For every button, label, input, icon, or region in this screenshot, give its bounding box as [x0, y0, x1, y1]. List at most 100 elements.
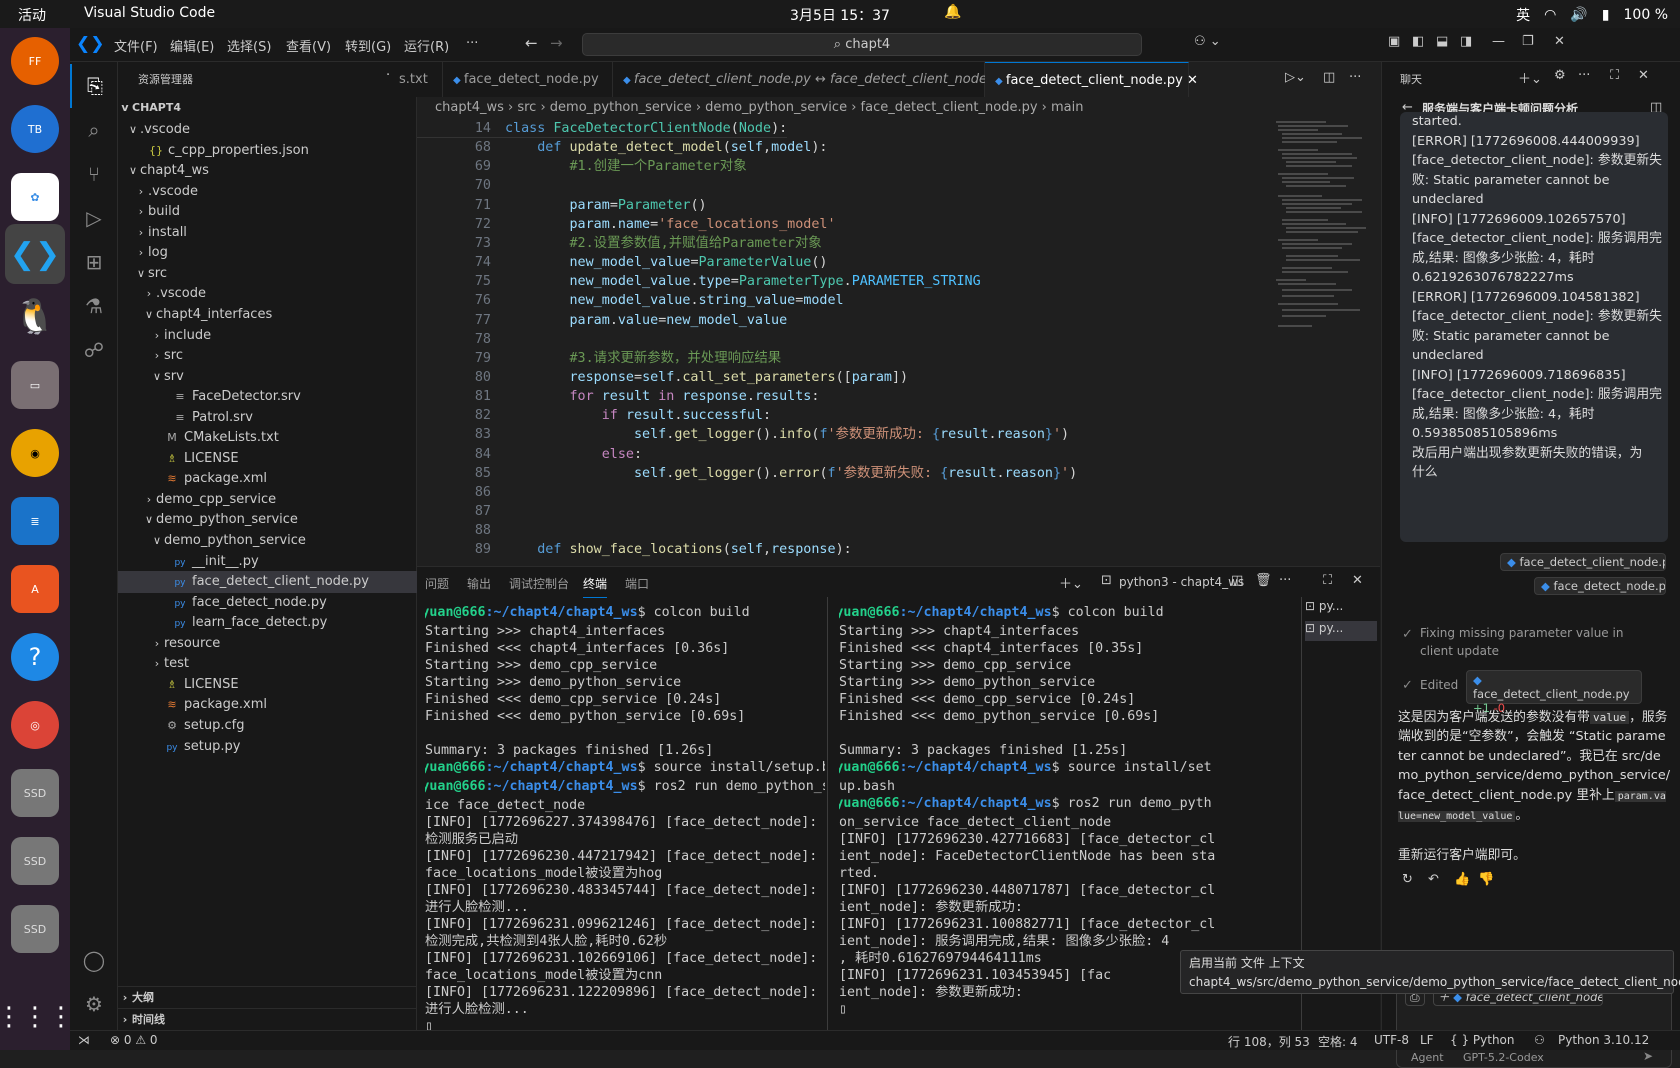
tree-item[interactable]: › log [118, 242, 417, 264]
mode-select[interactable]: Agent [1411, 1051, 1444, 1064]
menu-selection[interactable]: 选择(S) [227, 36, 271, 55]
tree-item[interactable]: ⚙ setup.cfg [118, 715, 417, 737]
tree-item[interactable]: ∨ .vscode [118, 119, 417, 141]
python-interpreter[interactable]: Python 3.10.12 [1558, 1033, 1649, 1047]
maximize-icon[interactable]: ⛶ [1610, 68, 1619, 83]
ssd-drive-icon[interactable]: SSD [11, 905, 59, 953]
tree-item[interactable]: ∨ src [118, 263, 417, 285]
kill-terminal-icon[interactable]: 🗑 [1255, 573, 1272, 588]
tree-item[interactable]: › demo_cpp_service [118, 489, 417, 511]
tree-item[interactable]: › test [118, 653, 417, 675]
tree-item[interactable]: ≋ package.xml [118, 468, 417, 490]
menu-go[interactable]: 转到(G) [345, 36, 391, 55]
thumbs-down-icon[interactable]: 👎 [1478, 872, 1494, 887]
tree-item[interactable]: ≋ package.xml [118, 694, 417, 716]
ssd-drive-icon[interactable]: SSD [11, 769, 59, 817]
context-chip[interactable]: ◆ face_detect_client_node.py [1500, 553, 1666, 571]
toggle-panel-icon[interactable]: ⬓ [1436, 34, 1448, 49]
menu-view[interactable]: 查看(V) [286, 36, 331, 55]
tree-item[interactable]: ∨ chapt4_interfaces [118, 304, 417, 326]
tree-item[interactable]: › install [118, 222, 417, 244]
undo-icon[interactable]: ↶ [1428, 872, 1439, 887]
clock[interactable]: 3月5日 15：37 [0, 5, 1680, 25]
run-debug-icon[interactable]: ▷ [70, 196, 118, 240]
tree-item[interactable]: py face_detect_client_node.py [118, 571, 417, 594]
editor-tab[interactable]: ◆ face_detect_client_node.py ↔ face_dete… [613, 62, 1007, 97]
tree-item[interactable]: ∨ demo_python_service [118, 530, 417, 552]
copilot-icon[interactable]: ⚇ ⌄ [1194, 34, 1221, 49]
rhythmbox-icon[interactable]: ◉ [11, 429, 59, 477]
tree-item[interactable]: › include [118, 325, 417, 347]
tree-item[interactable]: ♗ LICENSE [118, 674, 417, 696]
account-icon[interactable]: ◯ [70, 938, 118, 982]
ssd-drive-icon[interactable]: SSD [11, 837, 59, 885]
toggle-sidebar-icon[interactable]: ◧ [1412, 34, 1424, 49]
context-chip[interactable]: ◆ face_detect_node.py [1534, 577, 1666, 595]
run-file-icon[interactable]: ▷⌄ [1285, 70, 1306, 85]
close-window-icon[interactable]: ✕ [1554, 34, 1565, 49]
panel-tab[interactable]: 端口 [625, 575, 649, 592]
source-control-icon[interactable]: ⑂ [70, 152, 118, 196]
back-arrow-icon[interactable]: ← [525, 34, 538, 52]
indentation[interactable]: 空格: 4 [1318, 1033, 1358, 1050]
python-icon[interactable]: ☍ [70, 328, 118, 372]
language-mode[interactable]: { } Python [1450, 1033, 1515, 1047]
remote-icon[interactable]: ⋊ [78, 1033, 90, 1047]
editor-tab[interactable]: ◆ face_detect_node.py [443, 62, 613, 97]
edited-file-chip[interactable]: ◆ face_detect_client_node.py +1 -0 [1466, 670, 1642, 715]
tree-item[interactable]: ≡ FaceDetector.srv [118, 386, 417, 408]
menu-more[interactable]: ··· [466, 36, 478, 51]
close-tab-icon[interactable]: ✕ [1183, 73, 1198, 88]
thunderbird-icon[interactable]: TB [11, 105, 59, 153]
input-method[interactable]: 英 [1516, 5, 1530, 25]
settings-gear-icon[interactable]: ⚙ [1554, 68, 1566, 83]
split-editor-icon[interactable]: ◫ [1323, 70, 1335, 85]
breadcrumb[interactable]: chapt4_ws › src › demo_python_service › … [417, 97, 1380, 119]
terminal-list-item[interactable]: ⊡ py... [1305, 599, 1377, 619]
tree-item[interactable]: › .vscode [118, 181, 417, 203]
menu-edit[interactable]: 编辑(E) [170, 36, 214, 55]
extensions-icon[interactable]: ⊞ [70, 240, 118, 284]
show-apps-icon[interactable]: ⋮⋮⋮ [0, 993, 74, 1041]
terminal-shell-name[interactable]: python3 - chapt4_ws [1119, 575, 1244, 589]
line-ending[interactable]: LF [1420, 1033, 1434, 1047]
chat-input-box[interactable]: ⎙ ＋ ◆ face_detect_client_node.py Agent G… [1396, 982, 1672, 1068]
vscode-dock-icon[interactable]: ❮❯ [5, 224, 65, 284]
copilot-status-icon[interactable]: ⚇ [1534, 1033, 1545, 1047]
terminal-list-item[interactable]: ⊡ py... [1305, 621, 1377, 641]
tree-item[interactable]: ∨ srv [118, 366, 417, 388]
new-chat-icon[interactable]: ＋⌄ [1518, 68, 1542, 87]
toggle-secondary-sidebar-icon[interactable]: ◨ [1460, 34, 1472, 49]
close-panel-icon[interactable]: ✕ [1352, 573, 1363, 588]
problems-indicator[interactable]: ⊗ 0 ⚠ 0 [110, 1033, 158, 1047]
outline-section[interactable]: › 大纲 [118, 986, 417, 1008]
forward-arrow-icon[interactable]: → [550, 34, 563, 52]
tree-item[interactable]: ∨ demo_python_service [118, 509, 417, 531]
model-select[interactable]: GPT-5.2-Codex [1463, 1051, 1544, 1064]
retry-icon[interactable]: ↻ [1402, 872, 1413, 887]
tree-item[interactable]: › .vscode [118, 283, 417, 305]
explorer-icon[interactable]: ⎘ [70, 64, 118, 108]
files-icon[interactable]: ▭ [11, 361, 59, 409]
restore-icon[interactable]: ❐ [1522, 34, 1534, 49]
cloud-app-icon[interactable]: ✿ [11, 173, 59, 221]
tree-item[interactable]: › src [118, 345, 417, 367]
thumbs-up-icon[interactable]: 👍 [1454, 872, 1470, 887]
timeline-section[interactable]: › 时间线 [118, 1008, 417, 1030]
send-icon[interactable]: ➤ [1643, 1049, 1653, 1063]
encoding[interactable]: UTF-8 [1374, 1033, 1409, 1047]
tree-item[interactable]: ≡ Patrol.srv [118, 407, 417, 429]
tree-item[interactable]: ∨ chapt4_ws [118, 160, 417, 182]
testing-icon[interactable]: ⚗ [70, 284, 118, 328]
tree-item[interactable]: › resource [118, 633, 417, 655]
tree-item[interactable]: ♗ LICENSE [118, 448, 417, 470]
editor-tab[interactable]: ◆ face_detect_client_node.py ✕ [985, 62, 1198, 97]
panel-tab[interactable]: 终端 [583, 575, 608, 598]
terminal-split-divider[interactable] [827, 597, 828, 1031]
minimap[interactable] [1272, 119, 1368, 566]
layout-icon[interactable]: ▣ [1388, 34, 1400, 49]
close-chat-icon[interactable]: ✕ [1638, 68, 1649, 83]
panel-tab[interactable]: 问题 [425, 575, 449, 592]
workspace-root[interactable]: v CHAPT4 [118, 97, 417, 119]
editor-tab[interactable]: s.txt [389, 62, 443, 97]
